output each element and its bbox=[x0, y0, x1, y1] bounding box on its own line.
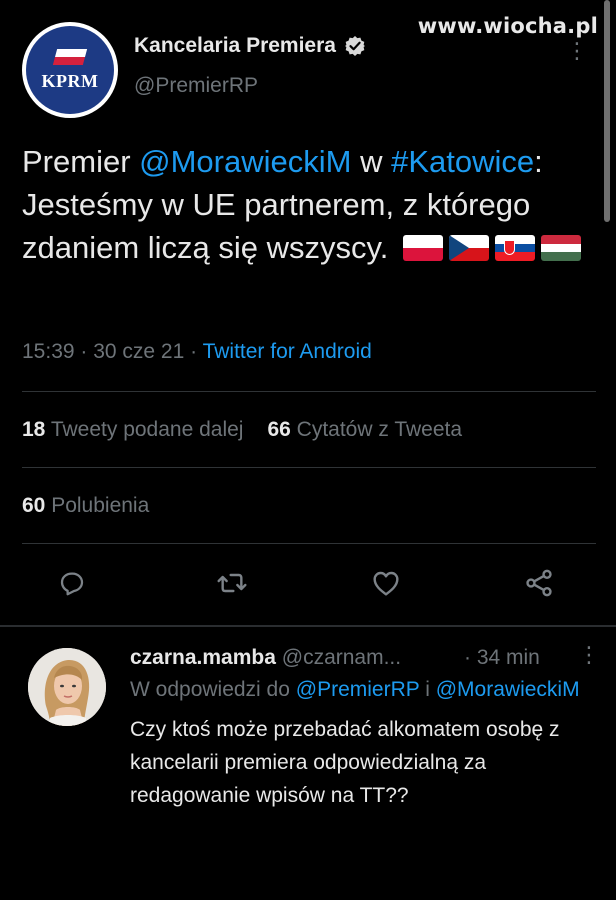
quotes-stat[interactable]: 66 Cytatów z Tweeta bbox=[267, 418, 462, 441]
mention-link[interactable]: @MorawieckiM bbox=[436, 678, 580, 701]
quotes-count: 66 bbox=[267, 418, 291, 441]
tweet-text-part: w bbox=[351, 144, 392, 179]
verified-badge-icon bbox=[344, 35, 366, 57]
reply-author-name[interactable]: czarna.mamba bbox=[130, 646, 276, 669]
divider bbox=[22, 391, 596, 392]
author-handle[interactable]: @PremierRP bbox=[134, 74, 366, 98]
reply-body: czarna.mamba @czarnam... · 34 min ⋮ W od… bbox=[130, 644, 600, 812]
scrollbar-thumb[interactable] bbox=[604, 0, 610, 222]
likes-label: Polubienia bbox=[51, 494, 150, 517]
divider bbox=[22, 467, 596, 468]
reply-timestamp[interactable]: · 34 min bbox=[464, 646, 540, 670]
author-name-row[interactable]: Kancelaria Premiera bbox=[134, 34, 366, 58]
likes-stat[interactable]: 60 Polubienia bbox=[22, 494, 149, 517]
kprm-logo: KPRM bbox=[26, 26, 114, 114]
flag-logo-icon bbox=[52, 48, 88, 65]
replying-to-prefix: W odpowiedzi do bbox=[130, 678, 296, 701]
tweet-header: KPRM Kancelaria Premiera @PremierRP bbox=[22, 22, 582, 118]
replying-to-and: i bbox=[419, 678, 436, 701]
likes-count: 60 bbox=[22, 494, 46, 517]
flag-hu-icon bbox=[540, 235, 581, 261]
divider bbox=[22, 543, 596, 544]
retweets-count: 18 bbox=[22, 418, 46, 441]
reply-header: czarna.mamba @czarnam... · 34 min ⋮ bbox=[130, 644, 600, 670]
mention-link[interactable]: @PremierRP bbox=[296, 678, 420, 701]
tweet-text-part: Premier bbox=[22, 144, 140, 179]
like-icon[interactable] bbox=[369, 566, 403, 600]
retweets-label: Tweety podane dalej bbox=[50, 418, 244, 441]
section-divider bbox=[0, 625, 616, 627]
avatar[interactable]: KPRM bbox=[22, 22, 118, 118]
tweet-timestamp[interactable]: 15:39 · 30 cze 21 · bbox=[22, 340, 203, 363]
retweet-icon[interactable] bbox=[215, 566, 249, 600]
author-name[interactable]: Kancelaria Premiera bbox=[134, 34, 336, 58]
tweet-text: Premier @MorawieckiM w #Katowice: Jesteś… bbox=[22, 140, 582, 269]
flag-cz-icon bbox=[448, 235, 489, 261]
mention-link[interactable]: @MorawieckiM bbox=[139, 144, 351, 179]
tweet-meta: 15:39 · 30 cze 21 · Twitter for Android bbox=[22, 340, 372, 364]
replying-to: W odpowiedzi do @PremierRP i @Morawiecki… bbox=[130, 672, 600, 707]
avatar-text: KPRM bbox=[41, 70, 99, 91]
author-block[interactable]: Kancelaria Premiera @PremierRP bbox=[134, 34, 366, 98]
quotes-label: Cytatów z Tweeta bbox=[296, 418, 463, 441]
tweet-source-link[interactable]: Twitter for Android bbox=[203, 340, 372, 363]
reply-text: Czy ktoś może przebadać alkomatem osobę … bbox=[130, 718, 560, 807]
flag-pl-icon bbox=[402, 235, 443, 261]
flag-emojis bbox=[402, 235, 581, 261]
avatar[interactable] bbox=[28, 648, 106, 726]
engagement-stats: 18 Tweety podane dalej 66 Cytatów z Tweet… bbox=[22, 418, 462, 442]
hashtag-link[interactable]: #Katowice bbox=[391, 144, 534, 179]
retweets-stat[interactable]: 18 Tweety podane dalej bbox=[22, 418, 243, 441]
reply-more-options-icon[interactable]: ⋮ bbox=[578, 644, 600, 666]
reply-icon[interactable] bbox=[55, 566, 89, 600]
tweet-actions bbox=[0, 560, 616, 610]
likes-stats: 60 Polubienia bbox=[22, 494, 149, 518]
flag-sk-icon bbox=[494, 235, 535, 261]
reply-author-handle[interactable]: @czarnam... bbox=[282, 646, 401, 669]
share-icon[interactable] bbox=[522, 566, 556, 600]
